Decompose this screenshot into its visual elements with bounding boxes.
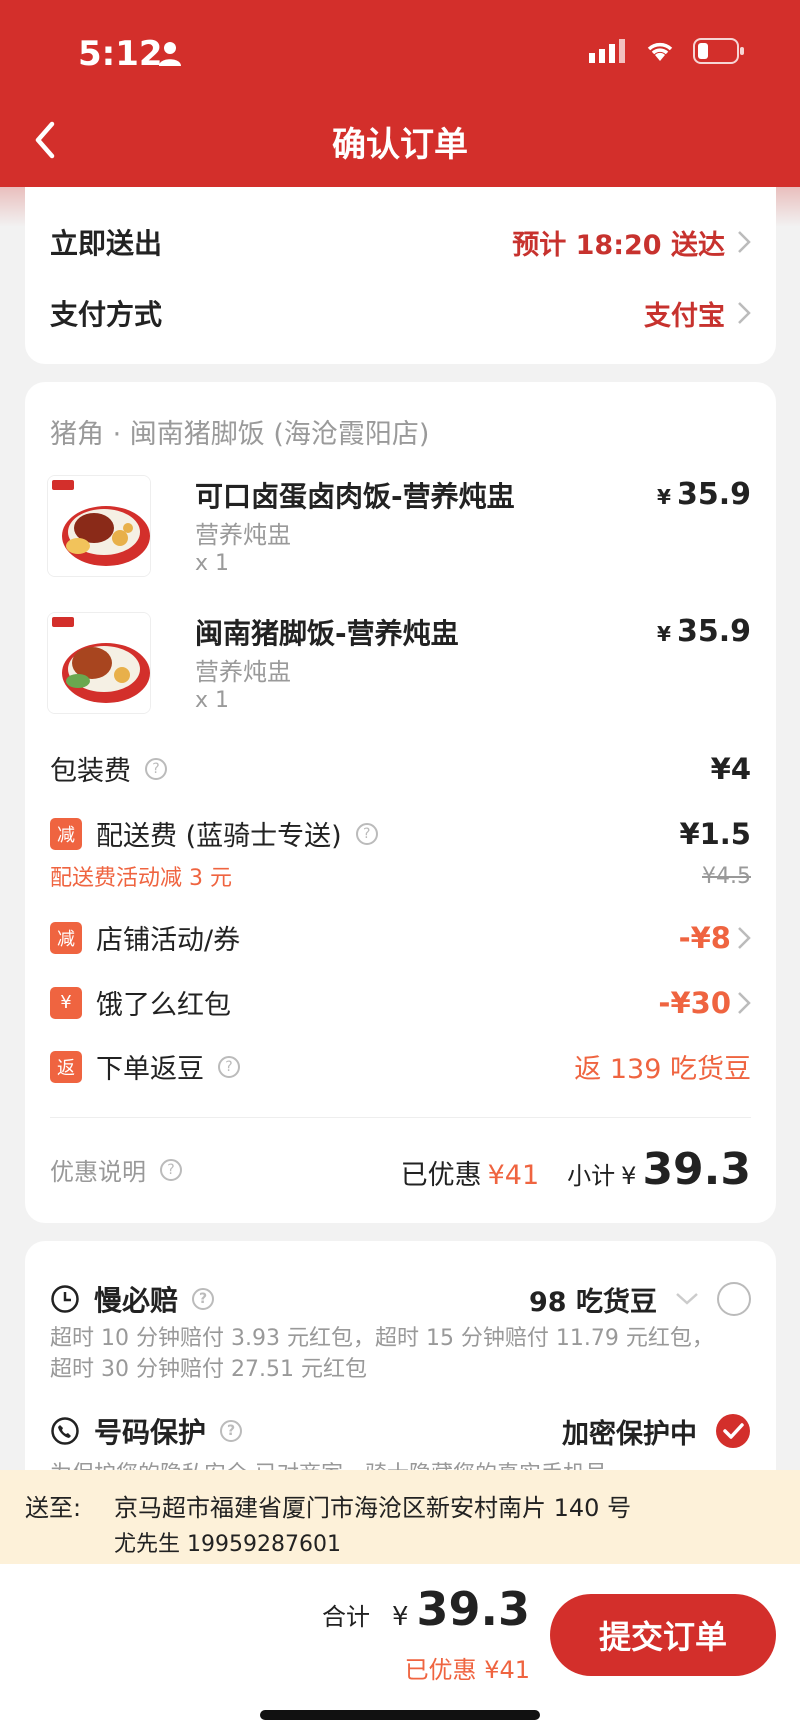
order-item: 闽南猪脚饭-营养炖盅 营养炖盅 x 1 ¥35.9: [47, 612, 751, 732]
number-protection-row[interactable]: 号码保护 ? 加密保护中: [50, 1411, 751, 1451]
person-icon: [159, 42, 181, 66]
discount-badge: 减: [50, 817, 82, 850]
red-packet-badge: ¥: [50, 986, 82, 1019]
help-icon[interactable]: ?: [218, 1055, 240, 1078]
item-price: ¥35.9: [657, 614, 751, 649]
item-spec: 营养炖盅: [195, 658, 291, 686]
home-indicator: [260, 1710, 540, 1720]
store-promo-row[interactable]: 减 店铺活动/券 -¥8: [50, 918, 751, 957]
delivery-fee-amount: ¥1.5: [679, 816, 751, 851]
checkout-footer: 合计 ¥ 39.3 已优惠 ¥41 提交订单: [0, 1564, 800, 1731]
app-header: 5:12 确认订单: [0, 0, 800, 187]
chevron-right-icon: [738, 231, 751, 253]
beans-value: 返 139 吃货豆: [574, 1054, 751, 1085]
slow-compensation-row[interactable]: 慢必赔 ? 98 吃货豆: [50, 1279, 751, 1319]
wifi-icon: [647, 42, 673, 61]
delivery-fee-note: 配送费活动减 3 元: [50, 866, 232, 891]
total-label: 合计: [321, 1603, 370, 1631]
number-protection-title: 号码保护: [94, 1416, 207, 1449]
status-time: 5:12: [78, 34, 163, 74]
clock-icon: [51, 1285, 79, 1313]
subtotal-row: 优惠说明 ? 已优惠 ¥41 小计 ¥ 39.3: [50, 1144, 751, 1195]
delivery-fee-note-row: 配送费活动减 3 元 ¥4.5: [50, 860, 751, 892]
delivery-card: 立即送出 预计 18:20 送达 支付方式 支付宝: [25, 187, 776, 364]
red-packet-amount: -¥30: [658, 985, 731, 1020]
address-line: 京马超市福建省厦门市海沧区新安村南片 140 号: [114, 1494, 632, 1522]
beans-row: 返 下单返豆 ? 返 139 吃货豆: [50, 1047, 751, 1086]
slow-compensation-radio[interactable]: [717, 1282, 751, 1316]
help-icon[interactable]: ?: [355, 822, 378, 845]
order-card: 猪角 · 闽南猪脚饭 (海沧霞阳店) 可口卤蛋卤肉饭-营养炖盅 营养炖盅 x 1…: [25, 382, 776, 1223]
order-item: 可口卤蛋卤肉饭-营养炖盅 营养炖盅 x 1 ¥35.9: [47, 475, 751, 595]
chevron-right-icon: [738, 926, 751, 949]
chevron-right-icon: [738, 991, 751, 1014]
red-packet-row[interactable]: ¥ 饿了么红包 -¥30: [50, 983, 751, 1022]
chevron-down-icon[interactable]: [675, 1292, 699, 1306]
help-icon[interactable]: ?: [145, 757, 167, 780]
subtotal-label: 小计: [567, 1162, 616, 1190]
dish-image-icon: [48, 476, 150, 576]
packaging-fee-row: 包装费 ? ¥4: [50, 749, 751, 788]
help-icon[interactable]: ?: [160, 1158, 182, 1181]
checkmark-icon[interactable]: [715, 1413, 751, 1449]
packaging-amount: ¥4: [710, 751, 751, 786]
item-thumbnail: [47, 475, 151, 577]
store-promo-label: 店铺活动/券: [96, 925, 241, 956]
total-block: 合计 ¥ 39.3: [321, 1582, 531, 1636]
help-icon[interactable]: ?: [192, 1288, 215, 1310]
slow-compensation-title: 慢必赔: [94, 1284, 179, 1317]
delivery-mode-label: 立即送出: [50, 227, 163, 260]
address-banner[interactable]: 送至: 京马超市福建省厦门市海沧区新安村南片 140 号 尤先生 1995928…: [0, 1470, 800, 1564]
item-thumbnail: [47, 612, 151, 714]
total-value: 39.3: [416, 1582, 531, 1636]
services-card: 慢必赔 ? 98 吃货豆 超时 10 分钟赔付 3.93 元红包，超时 15 分…: [25, 1241, 776, 1501]
delivery-fee-row: 减 配送费 (蓝骑士专送) ? ¥1.5: [50, 814, 751, 853]
slow-compensation-desc-1: 超时 10 分钟赔付 3.93 元红包，超时 15 分钟赔付 11.79 元红包…: [50, 1326, 714, 1351]
discount-badge: 减: [50, 921, 82, 954]
battery-icon: [693, 38, 744, 64]
delivery-eta: 预计 18:20 送达: [512, 229, 725, 261]
delivery-fee-label: 配送费 (蓝骑士专送): [96, 821, 342, 852]
beans-label: 下单返豆: [96, 1054, 204, 1085]
item-name: 可口卤蛋卤肉饭-营养炖盅: [195, 480, 515, 513]
payment-method-row[interactable]: 支付方式 支付宝: [50, 293, 751, 333]
page-title: 确认订单: [332, 125, 468, 165]
signal-icon: [589, 39, 625, 63]
slow-compensation-desc-2: 超时 30 分钟赔付 27.51 元红包: [50, 1357, 367, 1382]
dish-image-icon: [48, 613, 150, 713]
divider: [50, 1117, 751, 1118]
phone-shield-icon: [51, 1417, 79, 1445]
subtotal-value: 39.3: [642, 1144, 751, 1195]
footer-saved: 已优惠 ¥41: [404, 1656, 530, 1684]
help-icon[interactable]: ?: [220, 1420, 243, 1442]
item-price: ¥35.9: [657, 477, 751, 512]
delivery-time-row[interactable]: 立即送出 预计 18:20 送达: [50, 222, 751, 262]
payment-label: 支付方式: [50, 298, 163, 331]
item-qty: x 1: [195, 551, 230, 576]
payment-value: 支付宝: [644, 300, 725, 332]
store-name[interactable]: 猪角 · 闽南猪脚饭 (海沧霞阳店): [50, 412, 429, 451]
item-qty: x 1: [195, 688, 230, 713]
number-protection-status: 加密保护中: [562, 1418, 697, 1450]
submit-order-button[interactable]: 提交订单: [550, 1594, 776, 1676]
item-spec: 营养炖盅: [195, 521, 291, 549]
saved-value: ¥41: [487, 1160, 540, 1191]
address-label: 送至:: [25, 1494, 82, 1522]
saved-label: 已优惠: [400, 1160, 482, 1191]
packaging-label: 包装费: [50, 756, 131, 787]
slow-compensation-cost: 98 吃货豆: [529, 1286, 657, 1318]
item-name: 闽南猪脚饭-营养炖盅: [195, 617, 459, 650]
store-promo-amount: -¥8: [678, 920, 731, 955]
address-contact: 尤先生 19959287601: [114, 1532, 341, 1557]
status-indicators: [589, 38, 745, 64]
delivery-fee-original: ¥4.5: [702, 863, 751, 889]
beans-badge: 返: [50, 1050, 82, 1083]
red-packet-label: 饿了么红包: [96, 990, 231, 1021]
discount-note-link[interactable]: 优惠说明: [50, 1152, 146, 1187]
chevron-right-icon: [738, 302, 751, 324]
